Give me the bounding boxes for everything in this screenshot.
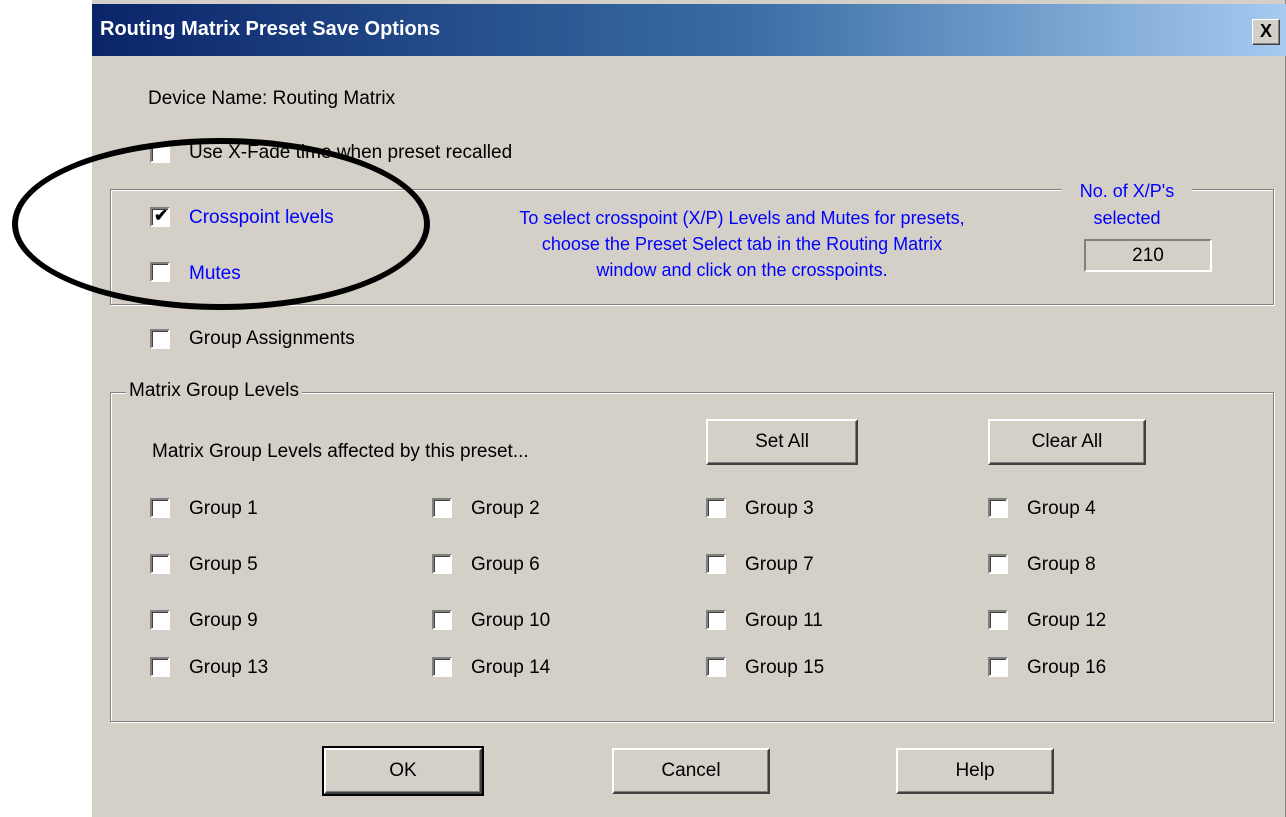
group-assignments-checkbox[interactable] [150, 329, 170, 349]
group-10-label: Group 10 [471, 610, 551, 631]
xp-count-label-line: selected [1093, 208, 1161, 228]
group-2-label: Group 2 [471, 498, 540, 519]
group-16-checkbox[interactable] [988, 657, 1008, 677]
xfade-label: Use X-Fade time when preset recalled [189, 142, 513, 163]
group-1-checkbox[interactable] [150, 498, 170, 518]
group-5-checkbox[interactable] [150, 554, 170, 574]
group-3-label: Group 3 [745, 498, 814, 519]
xp-count-label: No. of X/P's selected [1062, 178, 1192, 232]
crosspoint-levels-label: Crosspoint levels [189, 207, 334, 228]
group-assignments-label: Group Assignments [189, 328, 355, 349]
mutes-checkbox[interactable] [150, 262, 170, 282]
set-all-button[interactable]: Set All [706, 419, 858, 465]
crosspoint-levels-checkbox[interactable]: ✔ [150, 206, 170, 227]
info-line: To select crosspoint (X/P) Levels and Mu… [519, 208, 965, 228]
title-bar: Routing Matrix Preset Save Options X [92, 4, 1286, 56]
group-8-label: Group 8 [1027, 554, 1096, 575]
group-12-checkbox[interactable] [988, 610, 1008, 630]
group-2-checkbox[interactable] [432, 498, 452, 518]
group-3-checkbox[interactable] [706, 498, 726, 518]
group-5-label: Group 5 [189, 554, 258, 575]
group-6-label: Group 6 [471, 554, 540, 575]
group-6-checkbox[interactable] [432, 554, 452, 574]
group-4-label: Group 4 [1027, 498, 1096, 519]
group-9-label: Group 9 [189, 610, 258, 631]
mutes-label: Mutes [189, 263, 241, 284]
matrix-group-levels-description: Matrix Group Levels affected by this pre… [152, 441, 529, 462]
matrix-group-levels-legend: Matrix Group Levels [126, 380, 303, 402]
clear-all-button[interactable]: Clear All [988, 419, 1146, 465]
group-7-checkbox[interactable] [706, 554, 726, 574]
group-13-checkbox[interactable] [150, 657, 170, 677]
close-button[interactable]: X [1252, 19, 1280, 45]
preset-save-dialog: Routing Matrix Preset Save Options X Dev… [92, 0, 1286, 817]
group-12-label: Group 12 [1027, 610, 1107, 631]
xp-count-label-line: No. of X/P's [1079, 181, 1175, 201]
group-10-checkbox[interactable] [432, 610, 452, 630]
group-16-label: Group 16 [1027, 657, 1107, 678]
info-line: choose the Preset Select tab in the Rout… [541, 234, 943, 254]
checkmark-icon: ✔ [154, 206, 169, 225]
crosspoint-info-text: To select crosspoint (X/P) Levels and Mu… [442, 205, 1042, 283]
group-15-label: Group 15 [745, 657, 825, 678]
window-title: Routing Matrix Preset Save Options [100, 18, 441, 40]
device-name-label: Device Name: Routing Matrix [148, 88, 396, 109]
xfade-checkbox[interactable] [150, 143, 170, 163]
help-button[interactable]: Help [896, 748, 1054, 794]
group-11-label: Group 11 [745, 610, 823, 631]
group-15-checkbox[interactable] [706, 657, 726, 677]
group-8-checkbox[interactable] [988, 554, 1008, 574]
group-13-label: Group 13 [189, 657, 269, 678]
group-9-checkbox[interactable] [150, 610, 170, 630]
ok-button[interactable]: OK [322, 746, 484, 796]
group-11-checkbox[interactable] [706, 610, 726, 630]
info-line: window and click on the crosspoints. [596, 260, 888, 280]
group-14-label: Group 14 [471, 657, 551, 678]
xp-count-field: 210 [1084, 239, 1212, 272]
group-4-checkbox[interactable] [988, 498, 1008, 518]
group-7-label: Group 7 [745, 554, 814, 575]
group-1-label: Group 1 [189, 498, 258, 519]
cancel-button[interactable]: Cancel [612, 748, 770, 794]
group-14-checkbox[interactable] [432, 657, 452, 677]
